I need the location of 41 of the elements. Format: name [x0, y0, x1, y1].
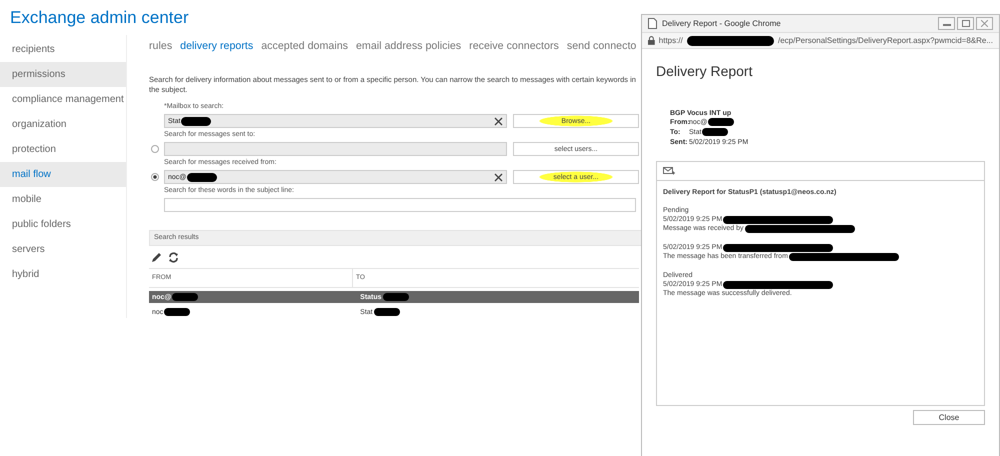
sidebar-item[interactable]: public folders	[0, 212, 126, 237]
input-field[interactable]	[164, 198, 636, 212]
tab[interactable]: send connecto	[566, 40, 636, 54]
page-icon	[648, 18, 657, 29]
redaction-mark	[164, 308, 190, 316]
tab[interactable]: delivery reports	[180, 40, 254, 54]
close-button[interactable]: Close	[913, 410, 985, 425]
redaction-mark	[374, 308, 400, 316]
redaction-mark	[181, 116, 212, 126]
url-text[interactable]: /ecp/PersonalSettings/DeliveryReport.aspx?pwmcid=8&Re...	[778, 36, 993, 45]
edit-icon[interactable]	[151, 252, 162, 263]
sidebar-item[interactable]: compliance management	[0, 87, 126, 112]
sidebar-item[interactable]: permissions	[0, 62, 126, 87]
clear-icon[interactable]	[494, 172, 503, 182]
clear-icon[interactable]	[494, 116, 503, 126]
maximize-icon[interactable]	[962, 20, 970, 27]
close-icon[interactable]	[981, 20, 988, 27]
sidebar-item[interactable]: mobile	[0, 187, 126, 212]
sidebar-item[interactable]: servers	[0, 237, 126, 262]
mail-icon[interactable]	[663, 166, 675, 176]
sidebar-item[interactable]: mail flow	[0, 162, 126, 187]
radio-button[interactable]	[151, 173, 159, 181]
radio-button[interactable]	[151, 145, 159, 153]
sidebar-item[interactable]: hybrid	[0, 262, 126, 287]
tab[interactable]: receive connectors	[469, 40, 559, 54]
tab[interactable]: email address policies	[356, 40, 462, 54]
report-heading: Delivery Report	[656, 63, 752, 79]
window-title: Delivery Report - Google Chrome	[662, 19, 781, 28]
redaction-mark	[382, 293, 409, 301]
redaction-mark	[187, 172, 218, 182]
lock-icon	[648, 36, 655, 45]
sidebar-item[interactable]: protection	[0, 137, 126, 162]
sidebar-item[interactable]: organization	[0, 112, 126, 137]
tab[interactable]: rules	[149, 40, 172, 54]
app-title: Exchange admin center	[9, 7, 189, 29]
tab[interactable]: accepted domains	[261, 40, 348, 54]
redaction-mark	[172, 293, 198, 301]
input-field[interactable]	[164, 142, 507, 156]
refresh-icon[interactable]	[168, 252, 179, 263]
sidebar-item[interactable]: recipients	[0, 37, 126, 62]
url-text[interactable]: https://	[658, 36, 683, 45]
